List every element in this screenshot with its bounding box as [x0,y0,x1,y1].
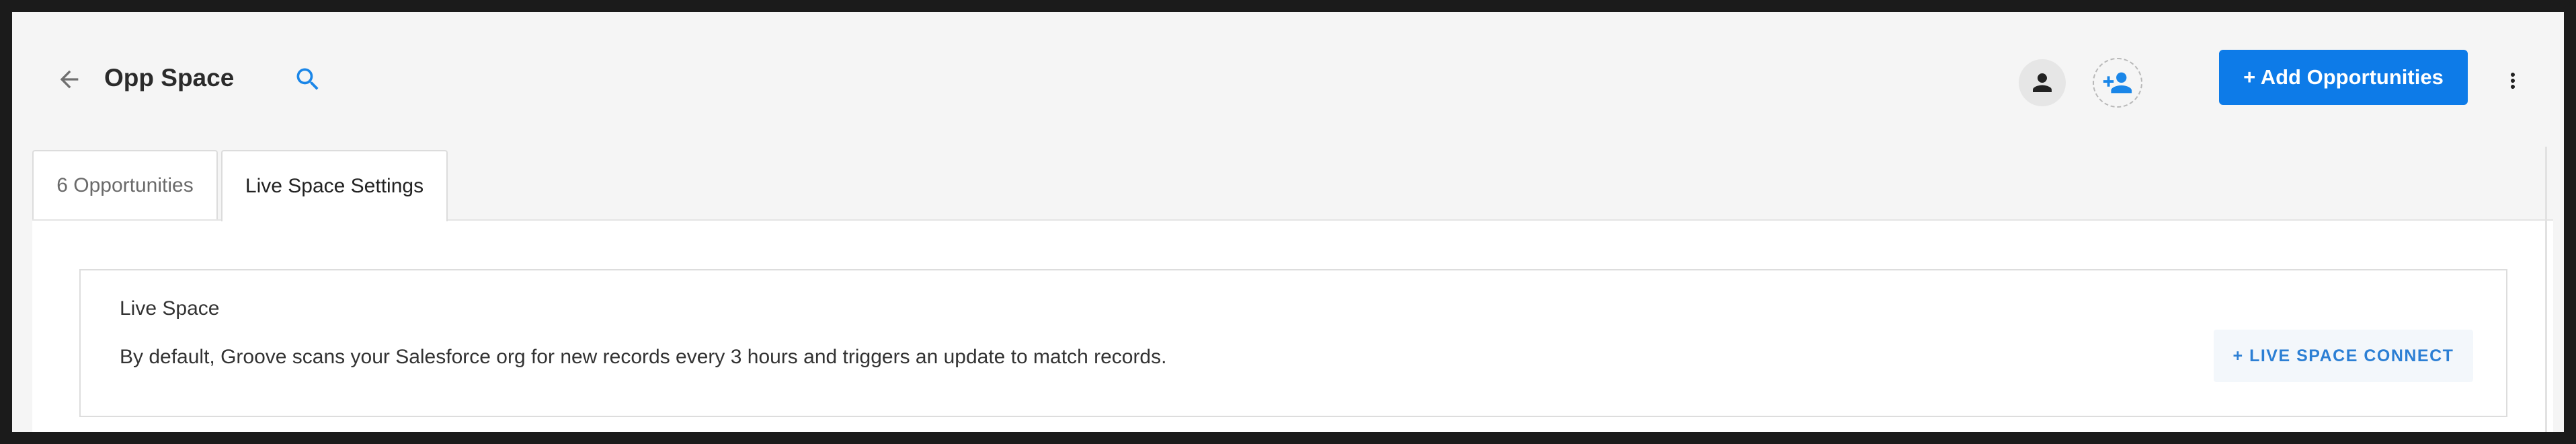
arrow-left-icon [60,70,79,89]
back-button[interactable] [49,59,89,100]
page-header: Opp Space + Add Opportunities [12,12,2564,147]
more-options-button[interactable] [2499,61,2526,101]
more-vertical-icon [2511,73,2515,89]
page-title: Opp Space [104,64,235,91]
add-user-button[interactable] [2093,58,2142,108]
tab-live-space-settings[interactable]: Live Space Settings [221,150,448,221]
search-button[interactable] [288,59,328,100]
tab-opportunities[interactable]: 6 Opportunities [32,150,218,220]
person-icon [2033,73,2052,92]
person-add-icon [2103,72,2132,94]
app-window: Opp Space + Add Opportunities 6 Opportun… [12,12,2564,432]
live-space-card: Live Space By default, Groove scans your… [79,269,2507,417]
add-opportunities-button[interactable]: + Add Opportunities [2219,50,2468,105]
live-space-title: Live Space [120,297,220,320]
search-icon [296,68,319,90]
live-space-description: By default, Groove scans your Salesforce… [120,346,1167,368]
settings-panel: Live Space By default, Groove scans your… [32,219,2553,432]
panel-divider [2545,147,2547,432]
live-space-connect-button[interactable]: + LIVE SPACE CONNECT [2214,330,2473,382]
avatar[interactable] [2019,59,2066,106]
